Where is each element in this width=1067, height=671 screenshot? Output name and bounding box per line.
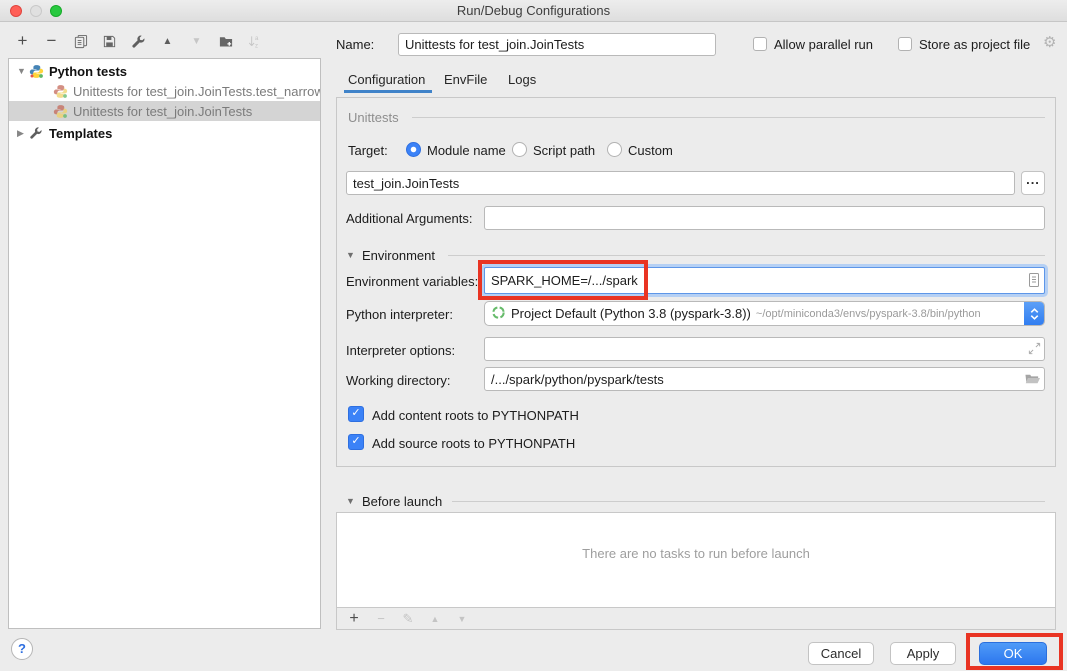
environment-section-title: Environment — [362, 248, 435, 263]
python-config-icon — [53, 84, 68, 99]
configurations-tree: ▼ Python tests Unittests for test_join.J… — [8, 58, 321, 629]
remove-task-button: − — [374, 611, 388, 626]
target-module-name-radio[interactable] — [406, 142, 421, 157]
target-custom-radio[interactable] — [607, 142, 622, 157]
before-launch-panel: There are no tasks to run before launch … — [336, 512, 1056, 630]
templates-wrench-icon — [29, 126, 44, 141]
allow-parallel-run-checkbox[interactable] — [753, 37, 767, 51]
ok-button[interactable]: OK — [979, 642, 1047, 665]
store-as-project-file-checkbox[interactable] — [898, 37, 912, 51]
minimize-window-button — [30, 5, 42, 17]
add-configuration-button[interactable]: + — [14, 32, 31, 50]
working-directory-label: Working directory: — [346, 373, 451, 388]
environment-collapse-icon[interactable]: ▼ — [346, 250, 355, 260]
move-up-button[interactable]: ▲ — [159, 32, 176, 50]
tree-item-unittests-narrow[interactable]: Unittests for test_join.JoinTests.test_n… — [9, 81, 320, 101]
add-task-button[interactable]: + — [347, 610, 361, 628]
interpreter-options-label: Interpreter options: — [346, 343, 455, 358]
before-launch-empty-message: There are no tasks to run before launch — [337, 546, 1055, 561]
additional-arguments-label: Additional Arguments: — [346, 211, 472, 226]
interpreter-path: ~/opt/miniconda3/envs/pyspark-3.8/bin/py… — [756, 308, 981, 320]
target-input[interactable] — [346, 171, 1015, 195]
name-label: Name: — [336, 37, 374, 52]
tree-item-python-tests[interactable]: ▼ Python tests — [9, 61, 320, 81]
add-content-roots-label: Add content roots to PYTHONPATH — [372, 408, 579, 423]
dropdown-chevrons-icon[interactable] — [1024, 301, 1045, 326]
python-tests-icon — [29, 64, 44, 79]
add-source-roots-label: Add source roots to PYTHONPATH — [372, 436, 575, 451]
configurations-toolbar: + − ▲ ▼ az — [14, 31, 263, 51]
copy-configuration-icon[interactable] — [72, 32, 89, 50]
target-script-path-label: Script path — [533, 143, 595, 158]
gear-icon[interactable]: ⚙ — [1043, 33, 1056, 51]
help-button[interactable]: ? — [11, 638, 33, 660]
tab-configuration[interactable]: Configuration — [348, 72, 425, 87]
chevron-down-icon[interactable]: ▼ — [17, 66, 29, 76]
window-title: Run/Debug Configurations — [0, 0, 1067, 22]
browse-target-button[interactable]: ... — [1021, 171, 1045, 195]
edit-task-pencil-icon: ✎ — [401, 611, 415, 627]
active-tab-indicator — [344, 90, 432, 93]
before-launch-collapse-icon[interactable]: ▼ — [346, 496, 355, 506]
tree-item-label: Python tests — [49, 64, 127, 79]
tree-item-unittests-jointests[interactable]: Unittests for test_join.JoinTests — [9, 101, 320, 121]
target-label: Target: — [348, 143, 388, 158]
tree-item-label: Unittests for test_join.JoinTests — [73, 104, 252, 119]
before-launch-toolbar: + − ✎ ▲ ▼ — [337, 607, 1055, 629]
interpreter-options-input[interactable] — [484, 337, 1045, 361]
titlebar: Run/Debug Configurations — [0, 0, 1067, 22]
edit-templates-wrench-icon[interactable] — [130, 32, 147, 50]
tab-logs[interactable]: Logs — [508, 72, 536, 87]
move-task-up-button: ▲ — [428, 614, 442, 624]
unittests-group-title: Unittests — [348, 110, 399, 125]
sort-configurations-icon: az — [246, 32, 263, 50]
additional-arguments-input[interactable] — [484, 206, 1045, 230]
python-interpreter-select[interactable]: Project Default (Python 3.8 (pyspark-3.8… — [484, 301, 1045, 326]
group-separator — [448, 255, 1045, 256]
group-separator — [412, 117, 1045, 118]
environment-variables-label: Environment variables: — [346, 274, 478, 289]
move-down-button: ▼ — [188, 32, 205, 50]
target-script-path-radio[interactable] — [512, 142, 527, 157]
interpreter-value: Project Default (Python 3.8 (pyspark-3.8… — [511, 306, 751, 321]
working-directory-input[interactable] — [484, 367, 1045, 391]
save-configuration-icon[interactable] — [101, 32, 118, 50]
store-as-project-file-label: Store as project file — [919, 37, 1030, 52]
target-custom-label: Custom — [628, 143, 673, 158]
conda-env-icon — [491, 305, 506, 323]
add-source-roots-checkbox[interactable]: ✓ — [348, 434, 364, 450]
tree-item-label: Unittests for test_join.JoinTests.test_n… — [73, 84, 320, 99]
chevron-right-icon[interactable]: ▶ — [17, 128, 29, 139]
remove-configuration-button[interactable]: − — [43, 32, 60, 50]
svg-text:z: z — [255, 42, 258, 48]
move-task-down-button: ▼ — [455, 614, 469, 624]
group-separator — [452, 501, 1045, 502]
new-folder-icon[interactable] — [217, 32, 234, 50]
add-content-roots-checkbox[interactable]: ✓ — [348, 406, 364, 422]
python-config-icon — [53, 104, 68, 119]
paste-env-vars-icon[interactable] — [1026, 272, 1042, 291]
close-window-button[interactable] — [10, 5, 22, 17]
allow-parallel-run-label: Allow parallel run — [774, 37, 873, 52]
target-module-name-label: Module name — [427, 143, 506, 158]
before-launch-task-list[interactable]: There are no tasks to run before launch — [337, 513, 1055, 608]
apply-button[interactable]: Apply — [890, 642, 956, 665]
cancel-button[interactable]: Cancel — [808, 642, 874, 665]
before-launch-title: Before launch — [362, 494, 442, 509]
tree-item-templates[interactable]: ▶ Templates — [9, 123, 320, 143]
name-input[interactable] — [398, 33, 716, 56]
environment-variables-input[interactable] — [484, 267, 1045, 294]
zoom-window-button[interactable] — [50, 5, 62, 17]
tab-envfile[interactable]: EnvFile — [444, 72, 487, 87]
open-folder-icon[interactable] — [1024, 371, 1041, 389]
expand-field-icon[interactable] — [1027, 341, 1042, 359]
python-interpreter-label: Python interpreter: — [346, 307, 453, 322]
svg-text:a: a — [255, 35, 259, 42]
tree-item-label: Templates — [49, 126, 112, 141]
